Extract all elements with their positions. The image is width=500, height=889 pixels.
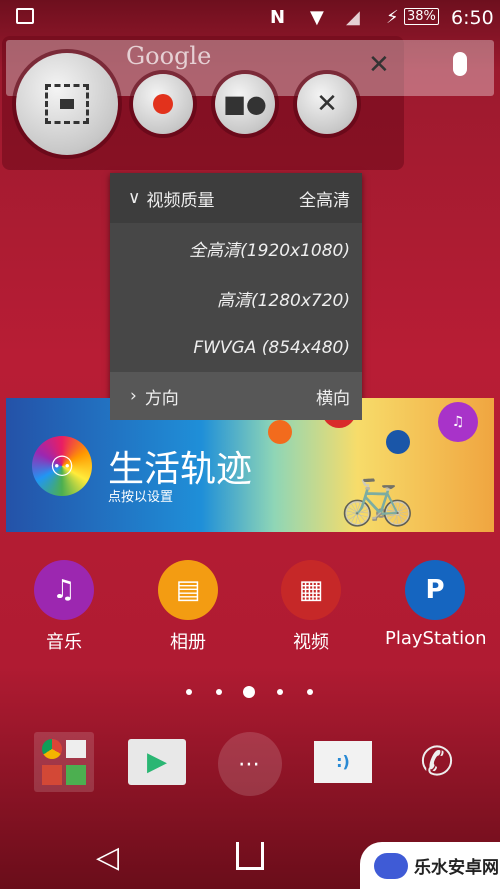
app-video[interactable]: ▦ 视频 bbox=[261, 560, 361, 654]
page-dot[interactable] bbox=[277, 689, 283, 695]
widget-title: 生活轨迹 bbox=[108, 449, 253, 490]
app-music[interactable]: ♫ 音乐 bbox=[14, 560, 114, 654]
option-label: 高清(1280x720) bbox=[216, 290, 350, 311]
camera-person-icon: ■● bbox=[223, 90, 267, 118]
watermark-logo: 乐水安卓网 bbox=[360, 842, 500, 889]
page-dot-current[interactable] bbox=[243, 686, 255, 698]
lifelog-logo-icon: ⚇ bbox=[32, 436, 92, 496]
search-placeholder: Google bbox=[126, 42, 212, 70]
menu-option[interactable]: FWVGA (854x480) bbox=[110, 323, 362, 373]
record-button[interactable] bbox=[133, 74, 193, 134]
app-album[interactable]: ▤ 相册 bbox=[138, 560, 238, 654]
app-label: 音乐 bbox=[46, 632, 82, 653]
cyclist-icon: 🚲 bbox=[340, 459, 415, 529]
orientation-row-overlay[interactable]: › 方向 横向 bbox=[110, 372, 362, 420]
menu-option[interactable]: 全高清(1920x1080) bbox=[110, 223, 362, 273]
messaging-icon[interactable]: :) bbox=[313, 732, 373, 792]
robot-icon bbox=[374, 852, 408, 879]
capture-screen-video-button[interactable] bbox=[16, 53, 118, 155]
video-quality-header[interactable]: ∨ 视频质量 全高清 bbox=[110, 173, 362, 223]
video-quality-value: 全高清 bbox=[299, 190, 350, 211]
signal-icon: ◢ bbox=[346, 7, 360, 28]
phone-icon[interactable]: ✆ bbox=[407, 732, 467, 792]
album-icon: ▤ bbox=[158, 560, 218, 620]
chevron-down-icon: ∨ bbox=[128, 188, 141, 208]
app-playstation[interactable]: P PlayStation bbox=[385, 560, 487, 649]
settings-tools-button[interactable]: ✕ bbox=[297, 74, 357, 134]
film-icon: ▦ bbox=[281, 560, 341, 620]
charging-icon: ⚡ bbox=[386, 7, 399, 28]
orientation-value: 横向 bbox=[316, 388, 350, 409]
capture-screen-video-icon bbox=[45, 84, 89, 124]
widget-subtitle: 点按以设置 bbox=[108, 490, 174, 505]
nfc-icon: N bbox=[270, 7, 286, 28]
record-icon bbox=[153, 94, 173, 114]
option-label: 全高清(1920x1080) bbox=[189, 240, 350, 261]
chevron-right-icon: › bbox=[130, 386, 137, 406]
clock: 6:50 bbox=[451, 7, 494, 29]
music-bubble-icon: ♫ bbox=[438, 402, 478, 442]
watermark-text: 乐水安卓网 bbox=[414, 858, 499, 878]
option-label: FWVGA (854x480) bbox=[193, 338, 350, 358]
page-dot[interactable] bbox=[216, 689, 222, 695]
home-button[interactable] bbox=[236, 842, 264, 870]
status-bar: N ▼ ◢ ⚡ 38% 6:50 bbox=[0, 0, 500, 36]
wifi-icon: ▼ bbox=[310, 7, 324, 28]
google-folder-icon[interactable] bbox=[34, 732, 94, 792]
orientation-label: 方向 bbox=[144, 388, 179, 409]
people-bubble-icon bbox=[386, 430, 410, 454]
video-quality-label: 视频质量 bbox=[146, 190, 215, 211]
settings-tools-icon: ✕ bbox=[316, 89, 338, 119]
page-dot[interactable] bbox=[307, 689, 313, 695]
page-dot[interactable] bbox=[186, 689, 192, 695]
app-label: 相册 bbox=[170, 632, 206, 653]
music-icon: ♫ bbox=[34, 560, 94, 620]
battery-level: 38% bbox=[404, 8, 439, 25]
app-label: PlayStation bbox=[385, 628, 487, 649]
microphone-icon[interactable] bbox=[453, 52, 467, 76]
camera-person-button[interactable]: ■● bbox=[215, 74, 275, 134]
app-label: 视频 bbox=[293, 632, 329, 653]
back-button[interactable]: ◁ bbox=[96, 840, 119, 875]
clear-icon[interactable]: ✕ bbox=[368, 50, 390, 80]
playstation-icon: P bbox=[405, 560, 465, 620]
image-icon bbox=[16, 8, 34, 24]
menu-option[interactable]: 高清(1280x720) bbox=[110, 273, 362, 323]
app-drawer-icon[interactable]: ⋯ bbox=[218, 732, 282, 796]
camera-bubble-icon bbox=[268, 420, 292, 444]
play-store-icon[interactable]: ▶ bbox=[127, 732, 187, 792]
